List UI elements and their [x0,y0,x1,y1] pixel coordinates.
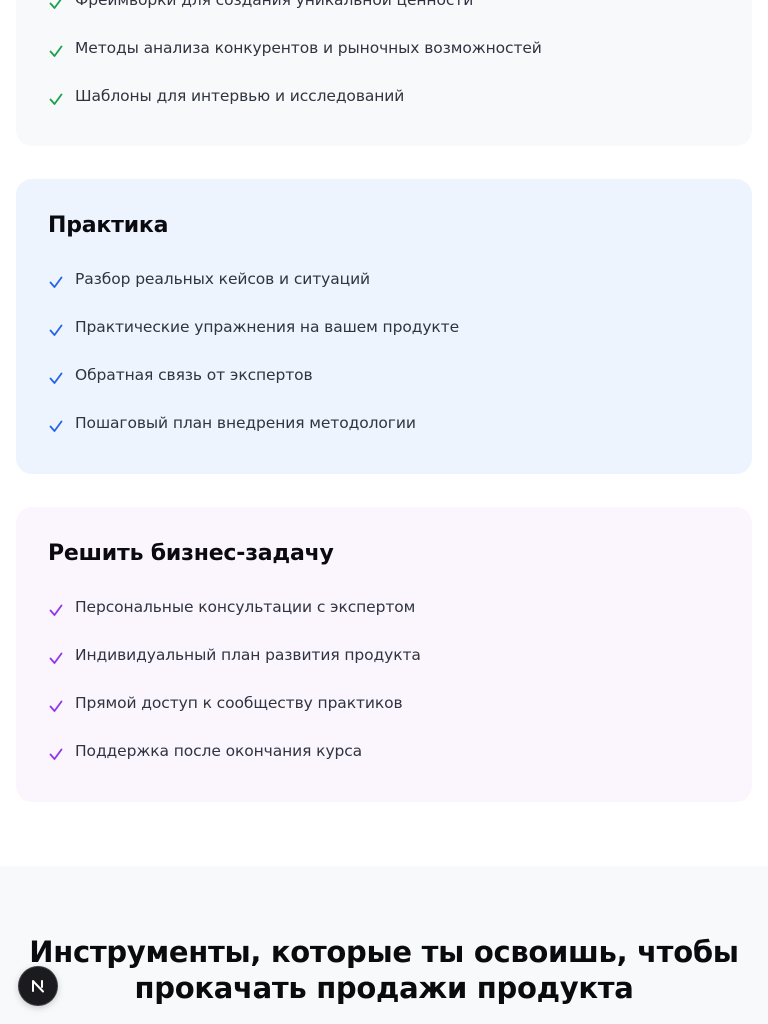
check-icon [48,746,64,762]
list-item-text: Обратная связь от экспертов [75,366,313,384]
features-card-frameworks: Фреймворки для создания уникальной ценно… [16,0,752,146]
next-logo-icon [32,980,44,993]
list-item: Разбор реальных кейсов и ситуаций [48,270,728,302]
check-icon [48,274,64,290]
section-heading: Инструменты, которые ты освоишь, чтобы п… [0,934,768,1006]
list-item-text: Прямой доступ к сообществу практиков [75,694,403,712]
next-dev-badge-button[interactable] [19,967,57,1005]
features-card-practice: Практика Разбор реальных кейсов и ситуац… [16,179,752,474]
check-icon [48,91,64,107]
list-item-text: Разбор реальных кейсов и ситуаций [75,270,371,288]
list-item: Прямой доступ к сообществу практиков [48,694,728,726]
check-icon [48,43,64,59]
list-item-text: Практические упражнения на вашем продукт… [75,318,460,336]
list-item-text: Пошаговый план внедрения методологии [75,414,416,432]
list-item: Практические упражнения на вашем продукт… [48,318,728,350]
tools-section: Инструменты, которые ты освоишь, чтобы п… [0,866,768,1024]
list-item: Фреймворки для создания уникальной ценно… [48,0,728,23]
list-item-text: Индивидуальный план развития продукта [75,646,421,664]
list-item: Индивидуальный план развития продукта [48,646,728,678]
section-heading-line: прокачать продажи продукта [134,971,634,1005]
list-item: Обратная связь от экспертов [48,366,728,398]
list-item-text: Персональные консультации с экспертом [75,598,416,616]
check-icon [48,418,64,434]
section-heading-line: Инструменты, которые ты освоишь, чтобы [29,935,739,969]
check-icon [48,322,64,338]
list-item-text: Шаблоны для интервью и исследований [75,87,405,105]
check-icon [48,0,64,11]
features-card-business: Решить бизнес-задачу Персональные консул… [16,507,752,802]
list-item: Шаблоны для интервью и исследований [48,87,728,119]
check-icon [48,650,64,666]
check-icon [48,698,64,714]
card-title: Решить бизнес-задачу [48,541,334,566]
check-icon [48,602,64,618]
card-title: Практика [48,213,169,238]
list-item-text: Поддержка после окончания курса [75,742,363,760]
list-item-text: Фреймворки для создания уникальной ценно… [75,0,474,9]
list-item: Поддержка после окончания курса [48,742,728,774]
list-item: Пошаговый план внедрения методологии [48,414,728,446]
list-item-text: Методы анализа конкурентов и рыночных во… [75,39,542,57]
list-item: Методы анализа конкурентов и рыночных во… [48,39,728,71]
check-icon [48,370,64,386]
list-item: Персональные консультации с экспертом [48,598,728,630]
